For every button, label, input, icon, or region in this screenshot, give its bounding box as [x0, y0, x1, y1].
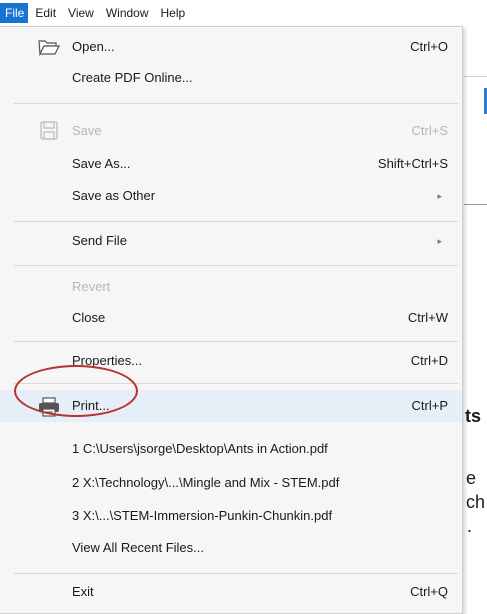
menu-item-create-pdf-online[interactable]: Create PDF Online...: [0, 63, 462, 93]
menu-divider: [14, 221, 458, 222]
menu-item-label: 3 X:\...\STEM-Immersion-Punkin-Chunkin.p…: [72, 508, 333, 523]
doc-text-fragment: e: [466, 468, 477, 488]
menu-window[interactable]: Window: [101, 3, 154, 23]
menu-item-exit[interactable]: Exit Ctrl+Q: [0, 577, 462, 607]
doc-text-fragment: ts: [465, 406, 482, 426]
menu-item-label: Print...: [72, 398, 110, 413]
menu-divider: [14, 265, 458, 266]
menu-item-recent-file-2[interactable]: 2 X:\Technology\...\Mingle and Mix - STE…: [0, 468, 462, 498]
menu-divider: [14, 341, 458, 342]
menu-item-open[interactable]: Open... Ctrl+O: [0, 32, 462, 62]
menu-item-recent-file-3[interactable]: 3 X:\...\STEM-Immersion-Punkin-Chunkin.p…: [0, 501, 462, 531]
menu-item-label: Exit: [72, 584, 94, 599]
menu-edit[interactable]: Edit: [30, 3, 61, 23]
save-disk-icon: [38, 121, 60, 141]
menu-divider: [14, 573, 458, 574]
menu-item-save[interactable]: Save Ctrl+S: [0, 116, 462, 146]
menu-item-label: Save: [72, 123, 102, 138]
file-menu-dropdown: Open... Ctrl+O Create PDF Online... Save…: [0, 26, 463, 614]
menu-item-shortcut: Ctrl+D: [410, 353, 448, 368]
menu-item-revert[interactable]: Revert: [0, 272, 462, 302]
menu-item-label: Save As...: [72, 156, 131, 171]
submenu-arrow-icon: ▸: [437, 236, 442, 246]
menu-item-properties[interactable]: Properties... Ctrl+D: [0, 346, 462, 376]
menu-divider: [14, 383, 458, 384]
menu-item-send-file[interactable]: Send File ▸: [0, 226, 462, 256]
menu-item-save-as-other[interactable]: Save as Other ▸: [0, 181, 462, 211]
printer-icon: [38, 397, 60, 417]
menu-item-label: Properties...: [72, 353, 143, 368]
menu-bar: File Edit View Window Help: [0, 0, 487, 27]
menu-item-recent-file-1[interactable]: 1 C:\Users\jsorge\Desktop\Ants in Action…: [0, 434, 462, 464]
menu-item-shortcut: Ctrl+W: [407, 310, 448, 325]
menu-item-shortcut: Ctrl+Q: [410, 584, 448, 599]
menu-item-label: 2 X:\Technology\...\Mingle and Mix - STE…: [72, 475, 340, 490]
menu-item-label: View All Recent Files...: [72, 540, 204, 555]
doc-text-fragment: ch: [466, 492, 486, 512]
menu-divider: [14, 103, 458, 104]
menu-item-label: Revert: [72, 279, 111, 294]
menu-item-close[interactable]: Close Ctrl+W: [0, 303, 462, 333]
menu-item-shortcut: Ctrl+S: [411, 123, 448, 138]
menu-item-label: Save as Other: [72, 188, 156, 203]
folder-open-icon: [38, 37, 60, 57]
menu-item-label: 1 C:\Users\jsorge\Desktop\Ants in Action…: [72, 441, 328, 456]
submenu-arrow-icon: ▸: [437, 191, 442, 201]
doc-text-fragment: .: [467, 516, 473, 536]
menu-item-label: Close: [72, 310, 106, 325]
menu-help[interactable]: Help: [156, 3, 191, 23]
menu-item-view-all-recent[interactable]: View All Recent Files...: [0, 533, 462, 563]
menu-view[interactable]: View: [63, 3, 99, 23]
menu-item-label: Create PDF Online...: [72, 70, 193, 85]
toolbar-edge: [464, 76, 487, 77]
menu-item-print[interactable]: Print... Ctrl+P: [0, 390, 462, 422]
document-separator: [464, 204, 487, 205]
menu-item-label: Send File: [72, 233, 127, 248]
menu-item-save-as[interactable]: Save As... Shift+Ctrl+S: [0, 149, 462, 179]
menu-item-shortcut: Ctrl+O: [410, 39, 448, 54]
menu-item-shortcut: Ctrl+P: [411, 398, 448, 413]
menu-item-shortcut: Shift+Ctrl+S: [377, 156, 448, 171]
menu-item-label: Open...: [72, 39, 115, 54]
menu-file[interactable]: File: [0, 3, 29, 23]
